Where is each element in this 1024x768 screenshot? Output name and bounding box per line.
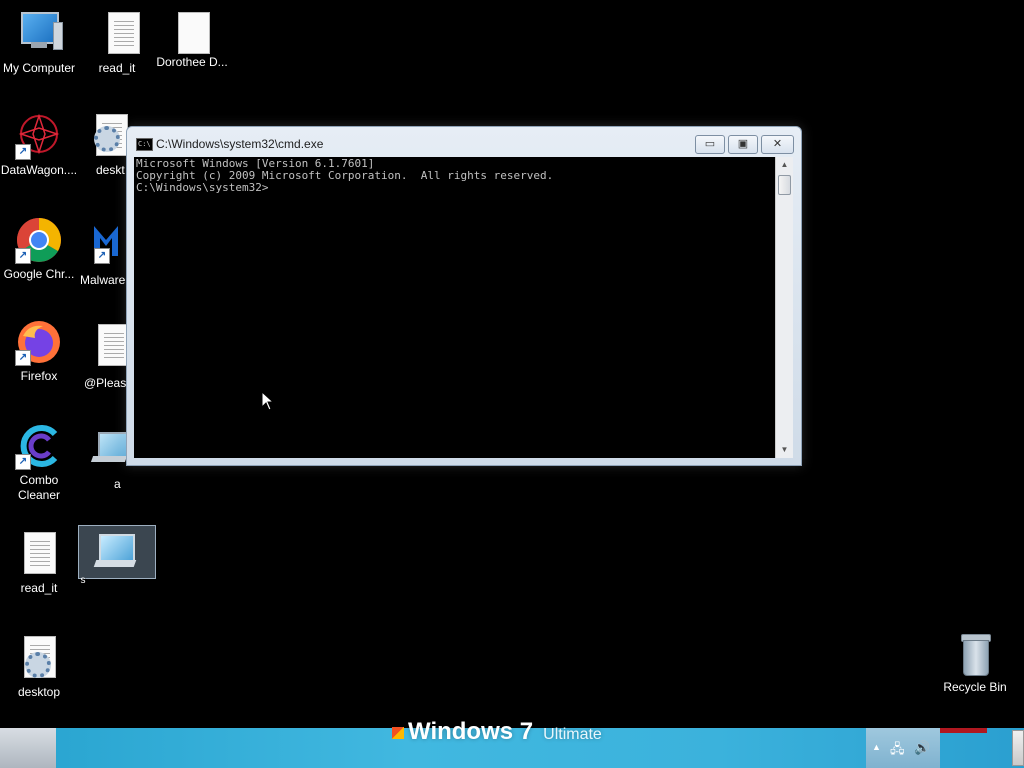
icon-label: deskt [96,163,125,177]
settings-file-icon [15,634,63,682]
combo-cleaner-logo-icon: ↗ [15,422,63,470]
cmd-icon: C:\ [136,138,153,151]
cmd-window[interactable]: C:\ C:\Windows\system32\cmd.exe ▭ ▣ ✕ Mi… [126,126,802,466]
computer-icon [15,10,63,58]
recycle-bin-icon[interactable]: Recycle Bin [936,630,1014,695]
windows-branding: Windows 7 Ultimate [392,718,602,745]
text-file-icon [15,530,63,578]
minimize-button[interactable]: ▭ [695,135,725,154]
brand-version: 7 [519,718,534,745]
mouse-cursor-icon [261,391,275,411]
laptop-icon-a[interactable]: a [78,426,130,492]
icon-label: @Please [84,376,126,390]
blank-file-icon [168,10,216,58]
text-file-icon [93,10,141,58]
my-computer-icon[interactable]: My Computer [0,10,78,76]
window-title: C:\Windows\system32\cmd.exe [156,137,324,151]
network-icon[interactable]: 🖧 [890,740,905,762]
datawagon-icon[interactable]: ↗ DataWagon.... [0,112,78,178]
icon-label: read_it [98,61,136,75]
chrome-logo-icon: ↗ [15,216,63,264]
windows-flag-icon [392,727,404,739]
laptop-icon [93,528,141,576]
icon-label: Firefox [20,369,58,383]
icon-label: My Computer [2,61,76,75]
volume-icon[interactable]: 🔊 [914,740,930,756]
brand-text: Windows [408,718,514,745]
firefox-icon[interactable]: ↗ Firefox [0,318,78,384]
icon-label: Malware [80,273,126,287]
scroll-up-arrow-icon[interactable]: ▲ [776,157,793,173]
laptop-icon-s[interactable]: s [78,525,156,586]
icon-label: read_it [20,581,58,595]
desktop-ini-icon[interactable]: desktop [0,634,78,700]
show-hidden-icons-chevron-icon[interactable]: ▲ [872,742,881,752]
icon-label: desktop [17,685,61,699]
shortcut-arrow-icon: ↗ [15,350,31,366]
taskbar: Windows 7 Ultimate ▲ 🖧 🔊 [0,718,1024,768]
malwarebytes-icon[interactable]: ↗ Malware [78,216,126,288]
show-desktop-button[interactable] [1012,730,1024,766]
icon-label: a [114,477,121,491]
shortcut-arrow-icon: ↗ [15,454,31,470]
dorothee-file-icon[interactable]: Dorothee D... [153,10,231,70]
desktop: My Computer ↗ DataWagon.... ↗ Google Chr… [0,0,1024,728]
close-button[interactable]: ✕ [761,135,794,154]
icon-label: Recycle Bin [943,680,1007,694]
notification-strip [933,728,987,733]
title-bar[interactable]: C:\ C:\Windows\system32\cmd.exe ▭ ▣ ✕ [127,127,801,157]
firefox-logo-icon: ↗ [15,318,63,366]
google-chrome-icon[interactable]: ↗ Google Chr... [0,216,78,282]
please-read-icon[interactable]: @Please [78,322,130,391]
settings-file-icon [78,112,128,160]
read-it-icon[interactable]: read_it [78,10,156,76]
icon-label: Combo Cleaner [17,473,61,502]
vertical-scrollbar[interactable]: ▲ ▼ [775,157,793,458]
shortcut-arrow-icon: ↗ [15,144,31,160]
laptop-icon [78,426,130,474]
scroll-thumb[interactable] [778,175,791,195]
icon-label: s [80,575,86,586]
icon-label: DataWagon.... [0,163,78,177]
shortcut-arrow-icon: ↗ [15,248,31,264]
maximize-button[interactable]: ▣ [728,135,758,154]
combo-cleaner-icon[interactable]: ↗ Combo Cleaner [0,422,78,503]
malwarebytes-logo-icon: ↗ [78,216,126,264]
console-output[interactable]: Microsoft Windows [Version 6.1.7601] Cop… [134,157,775,458]
system-tray: ▲ 🖧 🔊 [866,728,940,768]
read-it-icon-2[interactable]: read_it [0,530,78,596]
trash-bin-icon [951,630,999,678]
icon-label: Google Chr... [3,267,75,281]
datawagon-logo-icon: ↗ [15,112,63,160]
text-file-icon [78,322,130,370]
shortcut-arrow-icon: ↗ [94,248,110,264]
console-prompt: C:\Windows\system32> [136,181,269,194]
brand-edition: Ultimate [543,726,602,743]
desktop-ini-icon-2[interactable]: deskt [78,112,128,178]
start-button[interactable] [0,728,56,768]
scroll-down-arrow-icon[interactable]: ▼ [776,442,793,458]
